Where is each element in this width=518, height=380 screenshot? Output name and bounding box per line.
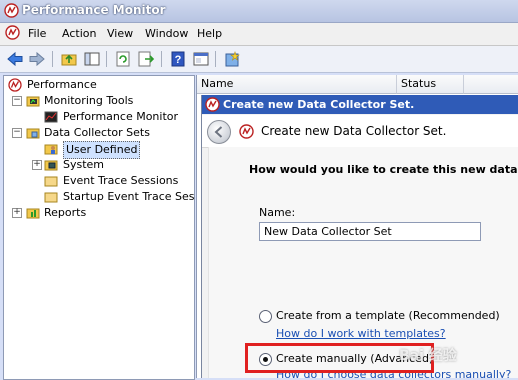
option-template-label[interactable]: Create from a template (Recommended): [276, 309, 500, 322]
wizard-header-icon: [239, 124, 254, 139]
toolbar-separator: [106, 51, 107, 67]
watermark: Bai 经验: [399, 348, 457, 364]
column-header-name[interactable]: Name: [197, 75, 397, 94]
chart-icon: [44, 111, 58, 123]
wizard-title-bar: Create new Data Collector Set.: [202, 95, 518, 114]
tree-node-reports[interactable]: + Reports: [12, 205, 192, 221]
forward-icon[interactable]: [28, 50, 46, 68]
menu-help[interactable]: Help: [197, 27, 222, 40]
tree-node-event-trace-sessions[interactable]: Event Trace Sessions: [44, 173, 194, 189]
tree-label: Performance: [27, 78, 97, 91]
tree-label: Startup Event Trace Sess: [63, 190, 195, 203]
system-icon: [44, 160, 58, 171]
back-icon[interactable]: [6, 50, 24, 68]
navigation-tree: Performance − Monitoring Tools Performan…: [3, 75, 195, 380]
title-bar: Performance Monitor: [0, 0, 518, 23]
menu-bar: File Action View Window Help: [0, 23, 518, 46]
toolbar-separator: [215, 51, 216, 67]
tree-node-performance-monitor[interactable]: Performance Monitor: [44, 109, 194, 125]
help-icon[interactable]: ?: [169, 50, 187, 68]
tree-node-performance[interactable]: Performance: [8, 77, 188, 93]
expand-icon[interactable]: +: [12, 208, 22, 218]
toolbar-separator: [52, 51, 53, 67]
up-folder-icon[interactable]: [60, 50, 78, 68]
data-collector-folder-icon: [26, 128, 40, 139]
folder-icon: [44, 176, 58, 187]
user-defined-icon: [44, 144, 58, 155]
folder-icon: [44, 192, 58, 203]
toolbar: ?: [0, 46, 518, 73]
column-header-status[interactable]: Status: [397, 75, 464, 94]
collapse-icon[interactable]: −: [12, 96, 22, 106]
wizard-question: How would you like to create this new da…: [249, 163, 518, 176]
tree-label: Reports: [44, 206, 87, 219]
expand-icon[interactable]: +: [32, 160, 42, 170]
name-label: Name:: [259, 206, 296, 219]
window-title: Performance Monitor: [22, 3, 166, 17]
wizard-app-icon: [205, 97, 220, 112]
menu-view[interactable]: View: [107, 27, 133, 40]
create-data-collector-set-wizard: Create new Data Collector Set. Create ne…: [201, 95, 518, 378]
wizard-header-title: Create new Data Collector Set.: [261, 124, 447, 138]
column-header-empty: [464, 75, 518, 94]
refresh-icon[interactable]: [114, 50, 132, 68]
properties-icon[interactable]: [192, 50, 210, 68]
tree-node-user-defined[interactable]: User Defined: [44, 141, 194, 159]
link-templates-help[interactable]: How do I work with templates?: [276, 327, 446, 340]
performance-monitor-icon: [4, 3, 19, 18]
wizard-body: How would you like to create this new da…: [208, 147, 518, 378]
toolbar-separator: [161, 51, 162, 67]
reports-icon: [26, 208, 40, 219]
tree-label: Performance Monitor: [63, 110, 179, 123]
tree-node-monitoring-tools[interactable]: − Monitoring Tools: [12, 93, 192, 109]
tree-label: Monitoring Tools: [44, 94, 134, 107]
tree-node-startup-event-trace[interactable]: Startup Event Trace Sess: [44, 189, 194, 205]
menu-action[interactable]: Action: [62, 27, 96, 40]
show-hide-tree-icon[interactable]: [83, 50, 101, 68]
wizard-back-button[interactable]: [207, 120, 231, 144]
wizard-header: Create new Data Collector Set.: [202, 115, 518, 148]
tree-node-system[interactable]: + System: [32, 157, 192, 173]
tree-label: Data Collector Sets: [44, 126, 150, 139]
menu-file[interactable]: File: [28, 27, 46, 40]
details-pane: Name Status Create new Data Collector Se…: [196, 75, 518, 378]
tree-label: Event Trace Sessions: [63, 174, 179, 187]
menu-window[interactable]: Window: [145, 27, 188, 40]
app-menu-icon[interactable]: [5, 25, 20, 40]
name-field[interactable]: [259, 222, 481, 241]
radio-create-from-template[interactable]: [259, 310, 272, 323]
performance-icon: [8, 78, 22, 92]
monitoring-folder-icon: [26, 96, 40, 107]
export-icon[interactable]: [137, 50, 155, 68]
back-arrow-icon: [214, 126, 223, 138]
svg-text:?: ?: [175, 54, 182, 66]
tree-node-data-collector-sets[interactable]: − Data Collector Sets: [12, 125, 192, 141]
new-icon[interactable]: [223, 50, 241, 68]
wizard-window-title: Create new Data Collector Set.: [223, 98, 415, 111]
collapse-icon[interactable]: −: [12, 128, 22, 138]
tree-label: System: [63, 158, 105, 171]
